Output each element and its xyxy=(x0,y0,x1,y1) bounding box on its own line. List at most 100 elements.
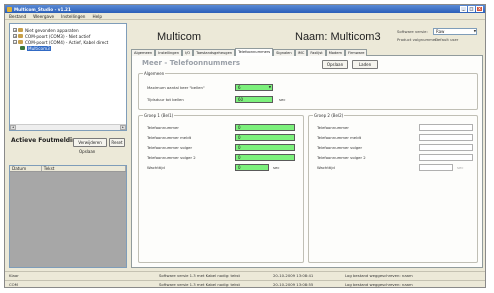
groep1-title: Groep 1 (Bel1) xyxy=(143,113,175,118)
tab-faxlijst[interactable]: Faxlijst xyxy=(307,49,326,56)
g1-row5-label: Wachttijd xyxy=(147,165,165,170)
g1-telefoonnummer-volger-input[interactable]: 0 xyxy=(235,144,295,151)
opslaan-link[interactable]: Opslaan xyxy=(79,149,95,154)
scroll-left-icon[interactable]: ◂ xyxy=(10,125,16,130)
opslaan-button[interactable]: Opslaan xyxy=(322,60,348,69)
g2-wachttijd-unit: sec xyxy=(457,165,464,170)
app-window: Multicom_Studio - v1.21 _ □ × Bestand We… xyxy=(4,4,486,288)
status2-col2: Software versie 1.3 met Kabel nodig: tek… xyxy=(159,282,240,287)
tijdsduur-input[interactable]: 60 xyxy=(235,96,273,103)
field-tijdsduur: Tijdsduur tot bellen xyxy=(147,97,184,102)
tab-toestandsgeheugen[interactable]: Toestandsgeheugen xyxy=(193,49,236,56)
chevron-down-icon[interactable]: ▼ xyxy=(269,85,272,90)
g1-wachttijd-input[interactable]: 0 xyxy=(235,164,269,171)
software-label: Software versie: xyxy=(397,29,428,34)
menu-help[interactable]: Help xyxy=(92,14,102,19)
g2-telefoonnummer-volger2-input[interactable] xyxy=(419,154,473,161)
actions-panel: Actieve Foutmeldingen Verwijderen Reset … xyxy=(9,135,127,163)
status1-col4: Log bestand weggeschreven: naam xyxy=(345,273,413,278)
tijdsduur-unit: sec xyxy=(279,97,286,102)
g1-row3-label: Telefoonnummer volger xyxy=(147,145,193,150)
scroll-right-icon[interactable]: ▸ xyxy=(120,125,126,130)
port-icon xyxy=(18,40,23,44)
status1-col3: 20-10-2009 13:08:41 xyxy=(273,273,314,278)
expand-icon[interactable]: + xyxy=(13,34,17,38)
menu-weergave[interactable]: Weergave xyxy=(33,14,54,19)
g1-telefoonnummer-input[interactable]: 0 xyxy=(235,124,295,131)
tree-item-multicom3[interactable]: Multicom3 xyxy=(10,45,126,51)
menu-bestand[interactable]: Bestand xyxy=(9,14,26,19)
tab-imc[interactable]: IMC xyxy=(294,49,308,56)
minimize-icon[interactable]: _ xyxy=(460,6,467,12)
algemeen-group: Algemeen Maximum aantal keer "bellen" 6 … xyxy=(138,71,478,110)
collapse-icon[interactable]: − xyxy=(13,40,17,44)
software-select[interactable]: Raw ▼ xyxy=(433,28,477,35)
col-tekst[interactable]: Tekst xyxy=(42,166,126,171)
tab-instellingen[interactable]: Instellingen xyxy=(155,49,183,56)
tree-hscrollbar[interactable]: ◂ ▸ xyxy=(10,124,126,130)
status2-col3: 20-10-2009 13:08:55 xyxy=(273,282,314,287)
app-icon xyxy=(7,6,12,12)
title-bar: Multicom_Studio - v1.21 _ □ × xyxy=(5,5,485,13)
status1-col1: Klaar xyxy=(9,273,19,278)
g2-row4-label: Telefoonnummer volger 2 xyxy=(317,155,366,160)
status2-col4: Log bestand weggeschreven: naam xyxy=(345,282,413,287)
error-list[interactable]: Datum Tekst xyxy=(9,165,127,268)
error-list-header: Datum Tekst xyxy=(10,166,126,172)
g2-wachttijd-input[interactable] xyxy=(419,164,453,171)
window-title: Multicom_Studio - v1.21 xyxy=(14,6,71,12)
g1-telefoonnummer-volger2-input[interactable]: 0 xyxy=(235,154,295,161)
chevron-down-icon[interactable]: ▼ xyxy=(474,29,476,34)
laden-button[interactable]: Laden xyxy=(352,60,378,69)
device-icon xyxy=(20,46,25,50)
reset-button[interactable]: Reset xyxy=(109,138,125,147)
g1-row4-label: Telefoonnummer volger 2 xyxy=(147,155,196,160)
g2-row1-label: Telefoonnummer xyxy=(317,125,349,130)
tab-io[interactable]: I/O xyxy=(182,49,194,56)
expand-icon[interactable]: + xyxy=(13,28,17,32)
tab-algemeen[interactable]: Algemeen xyxy=(131,49,156,56)
menu-bar: Bestand Weergave Instellingen Help xyxy=(5,13,485,20)
tab-modem[interactable]: Modem xyxy=(325,49,345,56)
groep2-title: Groep 2 (Bel2) xyxy=(313,113,345,118)
tab-body: Meer - Telefoonnummers Opslaan Laden Alg… xyxy=(131,56,483,268)
tab-telefoonnummers[interactable]: Telefoonnummers xyxy=(235,48,274,56)
device-tree[interactable]: + Niet gevonden apparaten + COM-poort (C… xyxy=(9,23,127,131)
g1-wachttijd-unit: sec xyxy=(273,165,280,170)
field-max-bellen: Maximum aantal keer "bellen" xyxy=(147,85,205,90)
g2-row2-label: Telefoonnummer meldt xyxy=(317,135,362,140)
status-bar-1: Klaar Software versie 1.3 met Kabel nodi… xyxy=(5,271,485,279)
status2-col1: COM xyxy=(9,282,18,287)
g1-row1-label: Telefoonnummer xyxy=(147,125,179,130)
device-name: Multicom xyxy=(157,31,202,43)
groep2-group: Groep 2 (Bel2) Telefoonnummer Telefoonnu… xyxy=(308,113,478,263)
tab-signalen[interactable]: Signalen xyxy=(273,49,295,56)
g2-telefoonnummer-meldt-input[interactable] xyxy=(419,134,473,141)
g2-telefoonnummer-input[interactable] xyxy=(419,124,473,131)
g2-telefoonnummer-volger-input[interactable] xyxy=(419,144,473,151)
page-title: Meer - Telefoonnummers xyxy=(142,59,240,67)
status-bar-2: COM Software versie 1.3 met Kabel nodig:… xyxy=(5,280,485,288)
g2-row5-label: Wachttijd xyxy=(317,165,335,170)
product-label: Product volgnummer: xyxy=(397,37,438,42)
folder-icon xyxy=(18,28,23,32)
col-datum[interactable]: Datum xyxy=(10,166,42,171)
window-controls: _ □ × xyxy=(460,6,485,12)
product-value: Default user xyxy=(435,37,459,42)
close-icon[interactable]: × xyxy=(476,6,483,12)
algemeen-group-title: Algemeen xyxy=(143,71,166,76)
g1-row2-label: Telefoonnummer meldt xyxy=(147,135,192,140)
groep1-group: Groep 1 (Bel1) Telefoonnummer 0 Telefoon… xyxy=(138,113,304,263)
main-panel: Multicom Naam: Multicom3 Software versie… xyxy=(131,23,483,268)
max-bellen-select[interactable]: 6 ▼ xyxy=(235,84,273,91)
maximize-icon[interactable]: □ xyxy=(468,6,475,12)
tab-bar: Algemeen Instellingen I/O Toestandsgeheu… xyxy=(131,48,483,56)
verwijderen-button[interactable]: Verwijderen xyxy=(73,138,107,147)
tab-firmware[interactable]: Firmware xyxy=(344,49,368,56)
g2-row3-label: Telefoonnummer volger xyxy=(317,145,363,150)
port-icon xyxy=(18,34,23,38)
menu-instellingen[interactable]: Instellingen xyxy=(61,14,85,19)
g1-telefoonnummer-meldt-input[interactable]: 0 xyxy=(235,134,295,141)
status1-col2: Software versie 1.3 met Kabel nodig: tek… xyxy=(159,273,240,278)
device-naam: Naam: Multicom3 xyxy=(295,31,381,43)
